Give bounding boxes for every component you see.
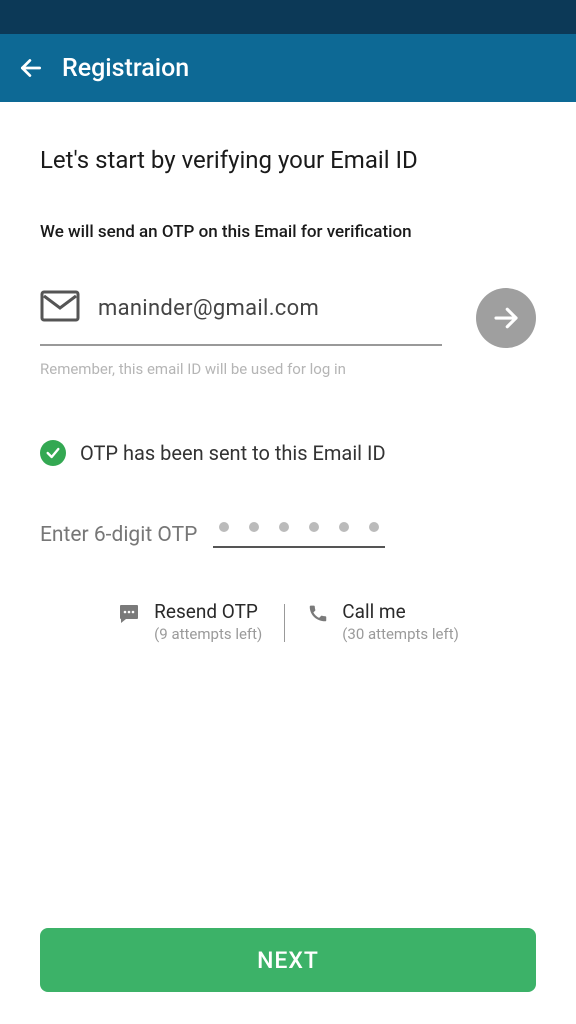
divider	[284, 604, 285, 642]
mail-icon	[40, 290, 80, 326]
page-title: Registraion	[62, 54, 189, 83]
resend-title: Resend OTP	[154, 600, 262, 623]
check-circle-icon	[40, 440, 66, 466]
next-button[interactable]: NEXT	[40, 928, 536, 992]
resend-otp-button[interactable]: Resend OTP (9 attempts left)	[117, 600, 262, 643]
call-title: Call me	[342, 600, 459, 623]
email-row: maninder@gmail.com	[40, 288, 536, 348]
email-value: maninder@gmail.com	[98, 296, 319, 321]
otp-dot	[219, 522, 229, 532]
otp-label: Enter 6-digit OTP	[40, 523, 197, 547]
actions-row: Resend OTP (9 attempts left) Call me (30…	[40, 600, 536, 643]
back-arrow-icon[interactable]	[18, 55, 44, 81]
call-me-button[interactable]: Call me (30 attempts left)	[307, 600, 459, 643]
otp-dot	[339, 522, 349, 532]
bottom-bar: NEXT	[40, 928, 536, 992]
resend-sub: (9 attempts left)	[154, 625, 262, 643]
subheading: We will send an OTP on this Email for ve…	[40, 222, 536, 242]
heading: Let's start by verifying your Email ID	[40, 146, 536, 174]
otp-dot	[249, 522, 259, 532]
otp-input[interactable]	[213, 522, 385, 548]
otp-row: Enter 6-digit OTP	[40, 522, 536, 548]
arrow-right-icon	[491, 303, 521, 333]
otp-dot	[279, 522, 289, 532]
submit-email-button[interactable]	[476, 288, 536, 348]
otp-dot	[309, 522, 319, 532]
content: Let's start by verifying your Email ID W…	[0, 102, 576, 643]
phone-icon	[307, 602, 329, 643]
status-bar	[0, 0, 576, 34]
call-sub: (30 attempts left)	[342, 625, 459, 643]
email-hint: Remember, this email ID will be used for…	[40, 360, 536, 378]
status-text: OTP has been sent to this Email ID	[80, 441, 386, 465]
message-icon	[117, 602, 141, 643]
otp-dot	[369, 522, 379, 532]
otp-status: OTP has been sent to this Email ID	[40, 440, 536, 466]
header-bar: Registraion	[0, 34, 576, 102]
email-input[interactable]: maninder@gmail.com	[40, 290, 442, 346]
